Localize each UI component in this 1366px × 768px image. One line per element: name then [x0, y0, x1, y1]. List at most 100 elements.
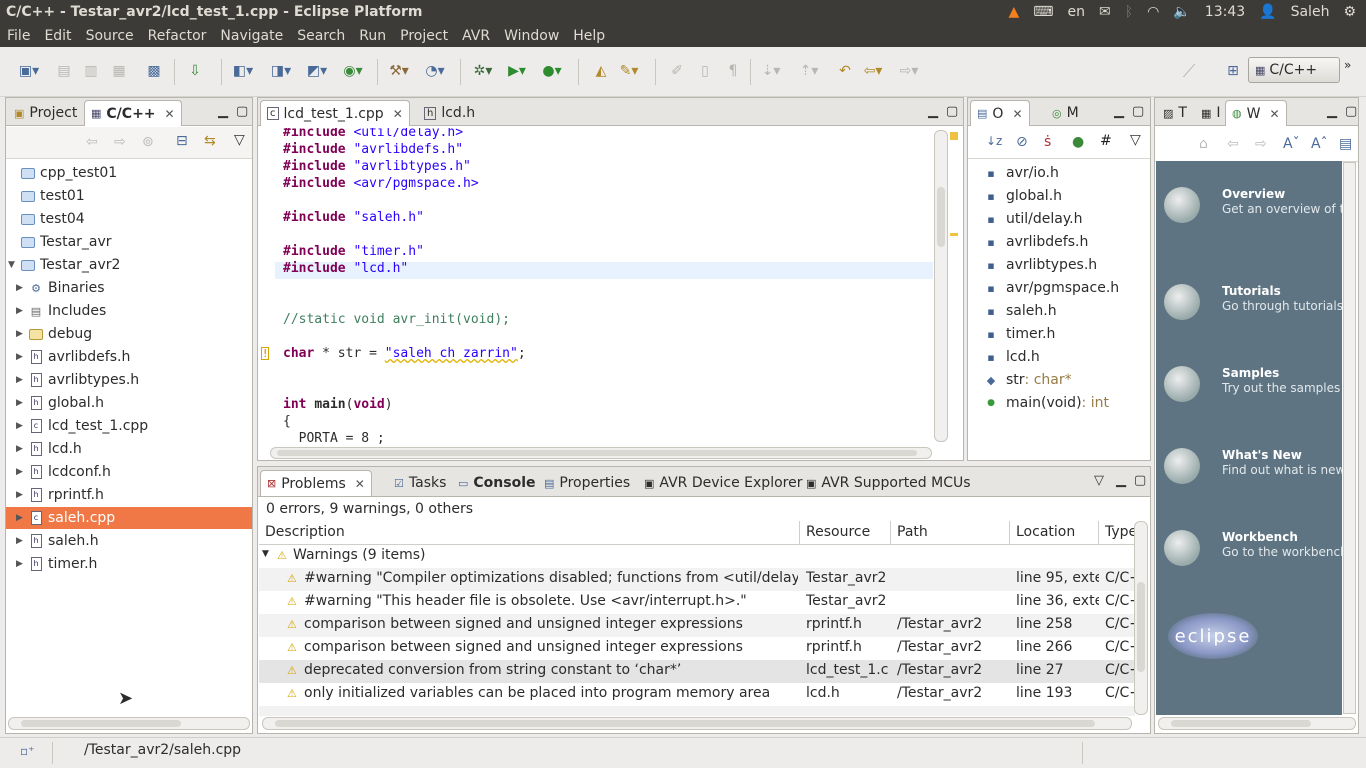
menu-refactor[interactable]: Refactor: [141, 28, 214, 44]
maximize-icon[interactable]: ▢: [946, 104, 958, 119]
column-header-resource[interactable]: Resource: [806, 524, 891, 540]
welcome-item[interactable]: Workbench Go to the workbench: [1156, 528, 1342, 588]
tab-properties[interactable]: ▤ Properties: [538, 470, 636, 496]
view-menu-icon[interactable]: ▽: [234, 132, 245, 148]
avr-upload-icon[interactable]: ⇩: [184, 61, 206, 81]
chevron-right-icon[interactable]: ▶: [16, 375, 28, 385]
maximize-icon[interactable]: ▢: [1132, 104, 1144, 119]
outline-item[interactable]: ▪ avr/io.h: [984, 162, 1059, 184]
forward-nav-icon[interactable]: ⇨: [114, 134, 126, 150]
menu-edit[interactable]: Edit: [37, 28, 78, 44]
tree-item[interactable]: ▶ c saleh.cpp: [6, 507, 252, 529]
editor-hscrollbar[interactable]: [270, 447, 932, 459]
build-icon[interactable]: ▩: [143, 61, 165, 81]
editor-vscrollbar[interactable]: [934, 130, 948, 442]
minimize-icon[interactable]: ▁: [1327, 104, 1337, 119]
column-header-type[interactable]: Type: [1105, 524, 1135, 540]
run-external-icon[interactable]: ●▾: [541, 61, 563, 81]
minimize-icon[interactable]: ▁: [218, 104, 228, 119]
outline-item[interactable]: ▪ avr/pgmspace.h: [984, 277, 1119, 299]
new-file-icon[interactable]: ◉▾: [342, 61, 364, 81]
keyboard-icon[interactable]: ⌨: [1033, 4, 1053, 20]
table-row[interactable]: ⚠ deprecated conversion from string const…: [259, 660, 1135, 683]
zoom-out-icon[interactable]: Aˇ: [1283, 136, 1300, 152]
project-hscrollbar[interactable]: [8, 717, 250, 730]
tab-t[interactable]: ▨ T: [1157, 100, 1193, 126]
hide-fields-icon[interactable]: ⊘: [1016, 134, 1028, 150]
chevron-right-icon[interactable]: ▶: [16, 513, 28, 523]
chevron-right-icon[interactable]: ▶: [16, 352, 28, 362]
tree-item[interactable]: cpp_test01: [6, 162, 252, 184]
maximize-icon[interactable]: ▢: [236, 104, 248, 119]
column-divider[interactable]: [799, 521, 800, 545]
new-class-icon[interactable]: ◩▾: [306, 61, 328, 81]
next-annotation-icon[interactable]: ⇣▾: [760, 61, 782, 81]
close-icon[interactable]: ✕: [1012, 107, 1022, 121]
column-header-location[interactable]: Location: [1016, 524, 1099, 540]
gear-icon[interactable]: ⚙: [1343, 4, 1356, 20]
menu-project[interactable]: Project: [393, 28, 455, 44]
toggle-mark-icon[interactable]: ✐: [666, 61, 688, 81]
tab-avr-supported-mcus[interactable]: ▣ AVR Supported MCUs: [800, 470, 977, 496]
table-row[interactable]: ⚠ comparison between signed and unsigned …: [259, 614, 1135, 637]
tree-item[interactable]: ▶ ▤ Includes: [6, 300, 252, 322]
external-tools-icon[interactable]: ◔▾: [424, 61, 446, 81]
view-menu-icon[interactable]: ▽: [1094, 473, 1104, 488]
debug-icon[interactable]: ✲▾: [472, 61, 494, 81]
column-header-path[interactable]: Path: [897, 524, 1010, 540]
welcome-vscrollbar[interactable]: [1343, 162, 1356, 714]
tree-item[interactable]: ▶ c lcd_test_1.cpp: [6, 415, 252, 437]
new-project-icon[interactable]: ◧▾: [232, 61, 254, 81]
minimize-icon[interactable]: ▁: [928, 104, 938, 119]
menu-source[interactable]: Source: [79, 28, 141, 44]
keyboard-language[interactable]: en: [1068, 4, 1086, 20]
volume-icon[interactable]: 🔈: [1173, 4, 1190, 20]
outline-item[interactable]: ▪ avrlibdefs.h: [984, 231, 1088, 253]
run-icon[interactable]: ▶▾: [506, 61, 528, 81]
menu-run[interactable]: Run: [352, 28, 393, 44]
user-name[interactable]: Saleh: [1291, 4, 1330, 20]
table-row[interactable]: ⚠ only initialized variables can be place…: [259, 683, 1135, 706]
menu-avr[interactable]: AVR: [455, 28, 497, 44]
chevron-right-icon[interactable]: ▶: [16, 559, 28, 569]
chevron-right-icon[interactable]: ▶: [16, 398, 28, 408]
prev-annotation-icon[interactable]: ⇡▾: [798, 61, 820, 81]
open-type-icon[interactable]: ◭: [590, 61, 612, 81]
show-whitespace-icon[interactable]: ¶: [722, 61, 744, 81]
collapse-all-icon[interactable]: ⊟: [176, 133, 188, 149]
table-row[interactable]: ⚠ comparison between signed and unsigned …: [259, 637, 1135, 660]
outline-item[interactable]: ▪ global.h: [984, 185, 1062, 207]
sort-icon[interactable]: ↓z: [986, 134, 1002, 148]
menu-navigate[interactable]: Navigate: [213, 28, 290, 44]
view-menu-icon[interactable]: ▽: [1130, 132, 1141, 148]
menu-file[interactable]: File: [0, 28, 37, 44]
table-row[interactable]: ⚠ #warning "Compiler optimizations disabl…: [259, 568, 1135, 591]
perspective-cpp-button[interactable]: ▦ C/C++: [1248, 57, 1340, 83]
perspective-overflow-icon[interactable]: »: [1344, 58, 1351, 72]
warnings-group-row[interactable]: ▼ ⚠ Warnings (9 items): [259, 545, 1135, 568]
tree-item[interactable]: ▶ h saleh.h: [6, 530, 252, 552]
warning-marker-icon[interactable]: !: [261, 347, 270, 360]
welcome-item[interactable]: OverviewGet an overview of the features: [1156, 185, 1342, 245]
search-icon[interactable]: ✎▾: [618, 61, 640, 81]
tree-item[interactable]: ▶ h avrlibdefs.h: [6, 346, 252, 368]
minimize-icon[interactable]: ▁: [1114, 104, 1124, 119]
problems-vscrollbar[interactable]: [1134, 521, 1148, 715]
column-header-description[interactable]: Description: [265, 524, 800, 540]
maximize-icon[interactable]: ▢: [1345, 104, 1357, 119]
customize-icon[interactable]: ▤: [1339, 136, 1352, 152]
tree-item[interactable]: ▶ h lcd.h: [6, 438, 252, 460]
welcome-item[interactable]: Tutorials Go through tutorials: [1156, 282, 1342, 342]
menu-help[interactable]: Help: [566, 28, 612, 44]
tab-problems[interactable]: ⊠ Problems ✕: [260, 470, 372, 496]
hammer-build-icon[interactable]: ⚒▾: [388, 61, 410, 81]
tree-item[interactable]: ▶ h timer.h: [6, 553, 252, 575]
welcome-item[interactable]: Samples Try out the samples: [1156, 364, 1342, 424]
hide-macros-icon[interactable]: #: [1100, 133, 1112, 149]
tree-item[interactable]: Testar_avr: [6, 231, 252, 253]
tree-item[interactable]: test01: [6, 185, 252, 207]
back-nav-icon[interactable]: ⇦: [86, 134, 98, 150]
last-edit-icon[interactable]: ↶: [834, 61, 856, 81]
chevron-right-icon[interactable]: ▶: [16, 421, 28, 431]
chevron-right-icon[interactable]: ▶: [16, 444, 28, 454]
